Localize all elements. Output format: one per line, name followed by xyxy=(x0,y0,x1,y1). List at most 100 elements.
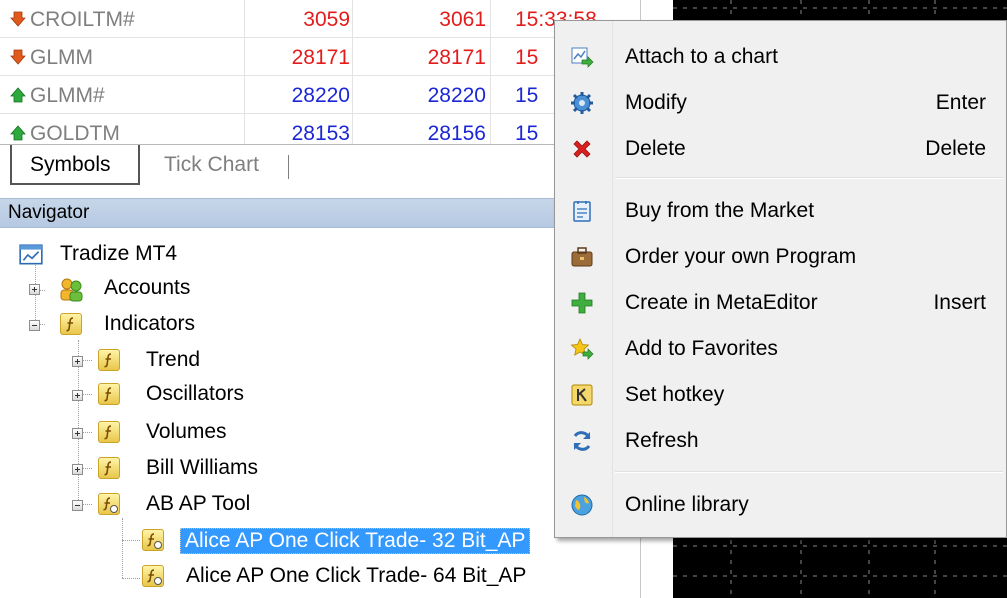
tab-tick-chart[interactable]: Tick Chart xyxy=(146,145,275,185)
gear-icon xyxy=(571,92,593,114)
tree-root-label: Tradize MT4 xyxy=(60,242,178,265)
menu-item-label: Attach to a chart xyxy=(625,45,778,68)
tree-item-label: Indicators xyxy=(104,312,196,335)
menu-item-refresh[interactable]: Refresh xyxy=(557,419,1006,463)
menu-item-label: Delete xyxy=(625,137,686,160)
tree-item-alice-32bit[interactable]: Alice AP One Click Trade- 32 Bit_AP xyxy=(0,524,580,558)
menu-item-label: Order your own Program xyxy=(625,245,857,268)
tree-item-alice-64bit[interactable]: Alice AP One Click Trade- 64 Bit_AP xyxy=(0,560,580,594)
tree-item-label: Volumes xyxy=(146,420,227,443)
menu-item-delete[interactable]: Delete Delete xyxy=(557,127,1006,171)
function-icon xyxy=(98,421,120,443)
bid-price: 28171 xyxy=(291,46,350,69)
menu-item-label: Online library xyxy=(625,493,749,516)
symbol-name: GOLDTM xyxy=(30,122,120,145)
menu-separator xyxy=(615,471,1003,473)
market-row-glmm-hash[interactable]: GLMM# 28220 28220 15 xyxy=(0,76,640,114)
menu-item-shortcut: Insert xyxy=(933,291,986,314)
symbol-name: CROILTM# xyxy=(30,8,135,31)
expand-toggle[interactable] xyxy=(72,464,83,475)
menu-item-set-hotkey[interactable]: Set hotkey xyxy=(557,373,1006,417)
market-row-croiltm[interactable]: CROILTM# 3059 3061 15:33:58 xyxy=(0,0,640,38)
quote-time: 15 xyxy=(515,122,539,145)
tree-item-label: Oscillators xyxy=(146,382,245,405)
expand-toggle[interactable] xyxy=(72,356,83,367)
tree-item-oscillators[interactable]: Oscillators xyxy=(0,378,300,412)
expand-toggle[interactable] xyxy=(72,428,83,439)
hotkey-icon xyxy=(571,384,593,406)
menu-item-add-to-favorites[interactable]: Add to Favorites xyxy=(557,327,1006,371)
menu-item-label: Buy from the Market xyxy=(625,199,815,222)
symbol-name: GLMM# xyxy=(30,84,105,107)
tab-symbols[interactable]: Symbols xyxy=(10,145,140,185)
bid-price: 3059 xyxy=(303,8,350,31)
menu-item-label: Refresh xyxy=(625,429,699,452)
menu-item-create-in-metaeditor[interactable]: Create in MetaEditor Insert xyxy=(557,281,1006,325)
tree-item-label: Alice AP One Click Trade- 32 Bit_AP xyxy=(180,528,531,554)
function-script-icon xyxy=(98,493,120,515)
menu-item-order-program[interactable]: Order your own Program xyxy=(557,235,1006,279)
tree-item-label: Accounts xyxy=(104,276,191,299)
up-arrow-icon xyxy=(10,125,26,141)
menu-item-label: Create in MetaEditor xyxy=(625,291,818,314)
down-arrow-icon xyxy=(10,49,26,65)
function-icon xyxy=(60,313,82,335)
briefcase-icon xyxy=(571,247,593,267)
menu-item-label: Add to Favorites xyxy=(625,337,778,360)
expand-toggle[interactable] xyxy=(29,284,40,295)
collapse-toggle[interactable] xyxy=(72,500,83,511)
tree-item-accounts[interactable]: Accounts xyxy=(0,272,300,306)
quote-time: 15 xyxy=(515,46,539,69)
symbol-name: GLMM xyxy=(30,46,93,69)
navigator-title: Navigator xyxy=(8,202,90,223)
ask-price: 28171 xyxy=(427,46,486,69)
menu-item-buy-from-market[interactable]: Buy from the Market xyxy=(557,189,1006,233)
function-script-icon xyxy=(142,529,164,551)
market-icon xyxy=(573,201,591,222)
market-row-glmm[interactable]: GLMM 28171 28171 15 xyxy=(0,38,640,76)
ask-price: 28156 xyxy=(427,122,486,145)
tree-item-label: Trend xyxy=(146,348,201,371)
menu-item-shortcut: Delete xyxy=(925,137,986,160)
menu-separator xyxy=(615,177,1003,179)
menu-item-label: Set hotkey xyxy=(625,383,725,406)
up-arrow-icon xyxy=(10,87,26,103)
globe-icon xyxy=(571,494,593,516)
tab-separator xyxy=(288,155,289,179)
tree-item-label: AB AP Tool xyxy=(146,492,251,515)
ask-price: 28220 xyxy=(427,84,486,107)
tree-item-label: Bill Williams xyxy=(146,456,258,479)
bid-price: 28153 xyxy=(291,122,350,145)
tree-root-tradize[interactable]: Tradize MT4 xyxy=(0,238,300,272)
expand-toggle[interactable] xyxy=(72,390,83,401)
function-icon xyxy=(98,457,120,479)
menu-item-online-library[interactable]: Online library xyxy=(557,483,1006,527)
quote-time: 15 xyxy=(515,84,539,107)
menu-item-shortcut: Enter xyxy=(935,91,986,114)
function-script-icon xyxy=(142,565,164,587)
attach-chart-icon xyxy=(571,47,594,68)
tree-item-label: Alice AP One Click Trade- 64 Bit_AP xyxy=(186,564,527,587)
bid-price: 28220 xyxy=(291,84,350,107)
tree-item-ab-ap-tool[interactable]: AB AP Tool xyxy=(0,488,300,522)
function-icon xyxy=(98,383,120,405)
menu-item-label: Modify xyxy=(625,91,687,114)
tree-item-trend[interactable]: Trend xyxy=(0,344,300,378)
refresh-icon xyxy=(573,431,591,451)
collapse-toggle[interactable] xyxy=(29,320,40,331)
market-row-goldtm[interactable]: GOLDTM 28153 28156 15 xyxy=(0,114,640,146)
market-watch-table: CROILTM# 3059 3061 15:33:58 GLMM 28171 2… xyxy=(0,0,640,146)
terminal-icon xyxy=(19,244,43,265)
down-arrow-icon xyxy=(10,11,26,27)
tree-item-indicators[interactable]: Indicators xyxy=(0,308,300,342)
menu-item-modify[interactable]: Modify Enter xyxy=(557,81,1006,125)
context-menu: Attach to a chart Modify Enter Delete De… xyxy=(554,20,1007,538)
menu-item-attach-to-chart[interactable]: Attach to a chart xyxy=(557,35,1006,79)
market-watch-tabs: Symbols Tick Chart xyxy=(0,144,640,198)
navigator-header: Navigator xyxy=(0,198,640,228)
ask-price: 3061 xyxy=(439,8,486,31)
tree-item-bill-williams[interactable]: Bill Williams xyxy=(0,452,300,486)
star-icon xyxy=(570,338,594,360)
tree-item-volumes[interactable]: Volumes xyxy=(0,416,300,450)
navigator-tree: Tradize MT4 Accounts Indicators Trend Os… xyxy=(0,228,640,598)
